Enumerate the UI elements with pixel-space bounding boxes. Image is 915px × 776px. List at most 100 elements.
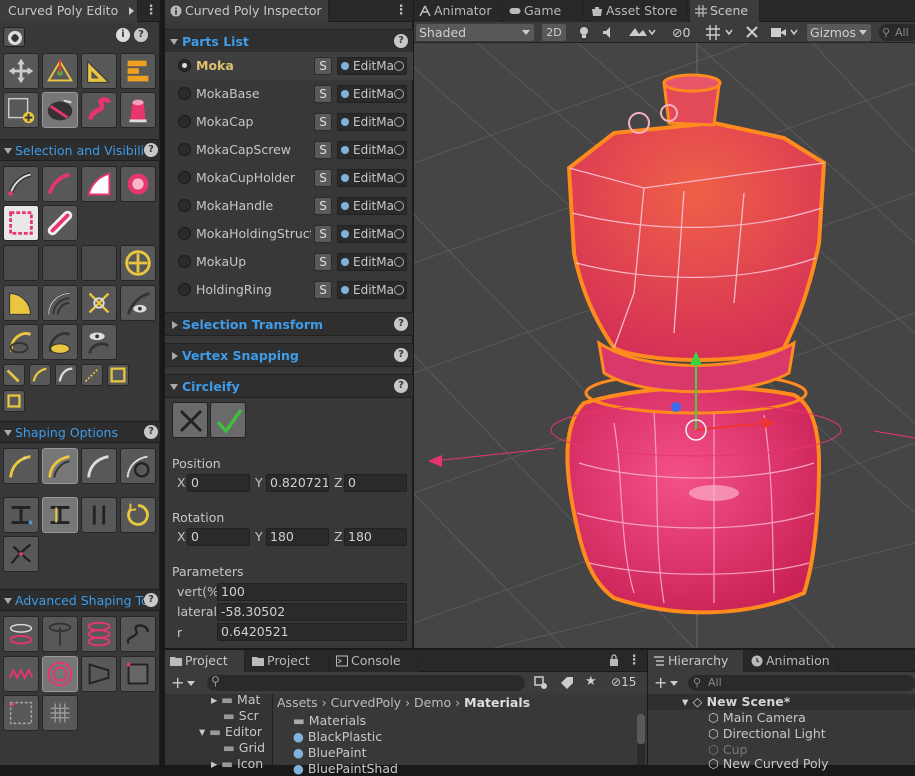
tab-asset-store[interactable]: Asset Store <box>586 0 688 22</box>
paint-tool-icon[interactable] <box>120 92 156 128</box>
position-z-field[interactable]: 0 <box>344 474 407 492</box>
add-point-icon[interactable] <box>120 245 156 281</box>
ripple-icon[interactable] <box>42 656 78 692</box>
hierarchy-search-input[interactable]: ⚲ All <box>688 675 915 691</box>
confirm-button[interactable] <box>210 402 246 438</box>
object-picker-icon[interactable] <box>394 89 404 99</box>
tab-arrow-icon[interactable] <box>129 7 134 15</box>
part-row[interactable]: Moka S EditMa <box>165 52 413 80</box>
object-picker-icon[interactable] <box>394 285 404 295</box>
twist-c-icon[interactable] <box>81 616 117 652</box>
rotation-x-field[interactable]: 0 <box>187 528 250 546</box>
selection-help-icon[interactable]: ? <box>144 143 158 157</box>
part-radio[interactable] <box>178 171 191 184</box>
breadcrumb-demo[interactable]: Demo <box>414 695 451 710</box>
part-radio[interactable] <box>178 115 191 128</box>
tree-item[interactable]: ▸ ▬ Icon <box>211 756 263 771</box>
select-part-icon[interactable] <box>42 92 78 128</box>
object-picker-icon[interactable] <box>394 229 404 239</box>
object-picker-icon[interactable] <box>394 145 404 155</box>
part-radio[interactable] <box>178 87 191 100</box>
spring-icon[interactable] <box>120 616 156 652</box>
align-tool-icon[interactable] <box>120 53 156 89</box>
part-row[interactable]: MokaHoldingStructu S EditMa <box>165 220 413 248</box>
shaping-help-icon[interactable]: ? <box>144 425 158 439</box>
grid-a-icon[interactable] <box>3 695 39 731</box>
cancel-button[interactable] <box>172 402 208 438</box>
parts-list-header[interactable]: Parts List <box>165 29 413 53</box>
param-lateral-field[interactable]: -58.30502 <box>217 603 407 621</box>
shape-curve-c-icon[interactable] <box>81 448 117 484</box>
list-item[interactable]: ● BluePaintShad <box>293 761 398 776</box>
position-x-field[interactable]: 0 <box>187 474 250 492</box>
rotation-y-field[interactable]: 180 <box>266 528 329 546</box>
smooth-c-icon[interactable] <box>55 364 77 386</box>
tools-icon[interactable] <box>744 24 760 41</box>
select-all-icon[interactable] <box>120 166 156 202</box>
frame-small-icon[interactable] <box>3 390 25 412</box>
hierarchy-item[interactable]: ⬡ Directional Light <box>708 726 826 741</box>
add-part-icon[interactable] <box>3 92 39 128</box>
lighting-icon[interactable] <box>577 24 591 41</box>
create-object-button[interactable]: + <box>654 673 684 692</box>
tab-hierarchy[interactable]: Hierarchy <box>648 650 744 672</box>
tree-item[interactable]: ▾ ▬ Editor <box>199 724 262 739</box>
param-r-field[interactable]: 0.6420521 <box>217 623 407 641</box>
bevel-icon[interactable] <box>120 656 156 692</box>
taper-icon[interactable] <box>81 656 117 692</box>
filter-type-icon[interactable] <box>533 675 549 691</box>
part-row[interactable]: MokaCapScrew S EditMa <box>165 136 413 164</box>
parts-help-icon[interactable]: ? <box>394 34 408 48</box>
tab-project[interactable]: Project <box>165 650 245 672</box>
tab-console[interactable]: Console <box>331 650 419 672</box>
hide-icon[interactable] <box>42 205 78 241</box>
hierarchy-item[interactable]: ⬡ Main Camera <box>708 710 806 725</box>
part-radio[interactable] <box>178 255 191 268</box>
part-material-field[interactable]: EditMa <box>337 197 407 215</box>
smooth-d-icon[interactable] <box>81 364 103 386</box>
tree-item[interactable]: ▬ Scr <box>223 708 259 723</box>
part-material-field[interactable]: EditMa <box>337 57 407 75</box>
object-picker-icon[interactable] <box>394 61 404 71</box>
part-solo-button[interactable]: S <box>314 113 332 131</box>
circleify-header[interactable]: Circleify <box>165 374 413 398</box>
info-icon[interactable]: i <box>116 28 130 42</box>
bend-tool-icon[interactable] <box>81 92 117 128</box>
object-picker-icon[interactable] <box>394 257 404 267</box>
part-radio[interactable] <box>178 283 191 296</box>
part-material-field[interactable]: EditMa <box>337 85 407 103</box>
inspector-menu-icon[interactable]: ⋮ <box>394 0 408 22</box>
part-solo-button[interactable]: S <box>314 281 332 299</box>
hidden-packages-toggle[interactable]: ⊘15 <box>611 675 647 691</box>
twist-b-icon[interactable] <box>42 616 78 652</box>
grid-toggle-icon[interactable] <box>704 24 740 41</box>
twist-a-icon[interactable] <box>3 616 39 652</box>
part-row[interactable]: HoldingRing S EditMa <box>165 276 413 304</box>
part-row[interactable]: MokaCap S EditMa <box>165 108 413 136</box>
asset-scrollbar[interactable] <box>637 714 645 765</box>
grid-b-icon[interactable] <box>42 695 78 731</box>
rotate-icon[interactable] <box>120 497 156 533</box>
shape-curve-b-icon[interactable] <box>42 448 78 484</box>
tab-project-2[interactable]: Project <box>247 650 329 672</box>
loop-icon[interactable] <box>3 324 39 360</box>
tab-curved-poly-inspector[interactable]: Curved Poly Inspector <box>165 0 329 22</box>
scene-search-input[interactable]: ⚲ All <box>879 24 915 41</box>
hierarchy-item[interactable]: ⬡ New Curved Poly <box>708 756 829 771</box>
part-radio[interactable] <box>178 199 191 212</box>
section-shaping-options[interactable]: Shaping Options <box>0 421 160 443</box>
vertex-snapping-header[interactable]: Vertex Snapping <box>165 343 413 367</box>
breadcrumb-materials[interactable]: Materials <box>464 695 530 710</box>
grid-arc-icon[interactable] <box>42 285 78 321</box>
audio-icon[interactable] <box>601 24 615 41</box>
part-solo-button[interactable]: S <box>314 169 332 187</box>
part-row[interactable]: MokaCupHolder S EditMa <box>165 164 413 192</box>
part-radio[interactable] <box>178 143 191 156</box>
lock-icon[interactable] <box>609 654 619 666</box>
section-advanced-shaping[interactable]: Advanced Shaping To <box>0 589 160 611</box>
breadcrumb-assets[interactable]: Assets <box>277 695 318 710</box>
vertex-snapping-help-icon[interactable]: ? <box>394 348 408 362</box>
object-picker-icon[interactable] <box>394 201 404 211</box>
part-material-field[interactable]: EditMa <box>337 225 407 243</box>
part-material-field[interactable]: EditMa <box>337 281 407 299</box>
